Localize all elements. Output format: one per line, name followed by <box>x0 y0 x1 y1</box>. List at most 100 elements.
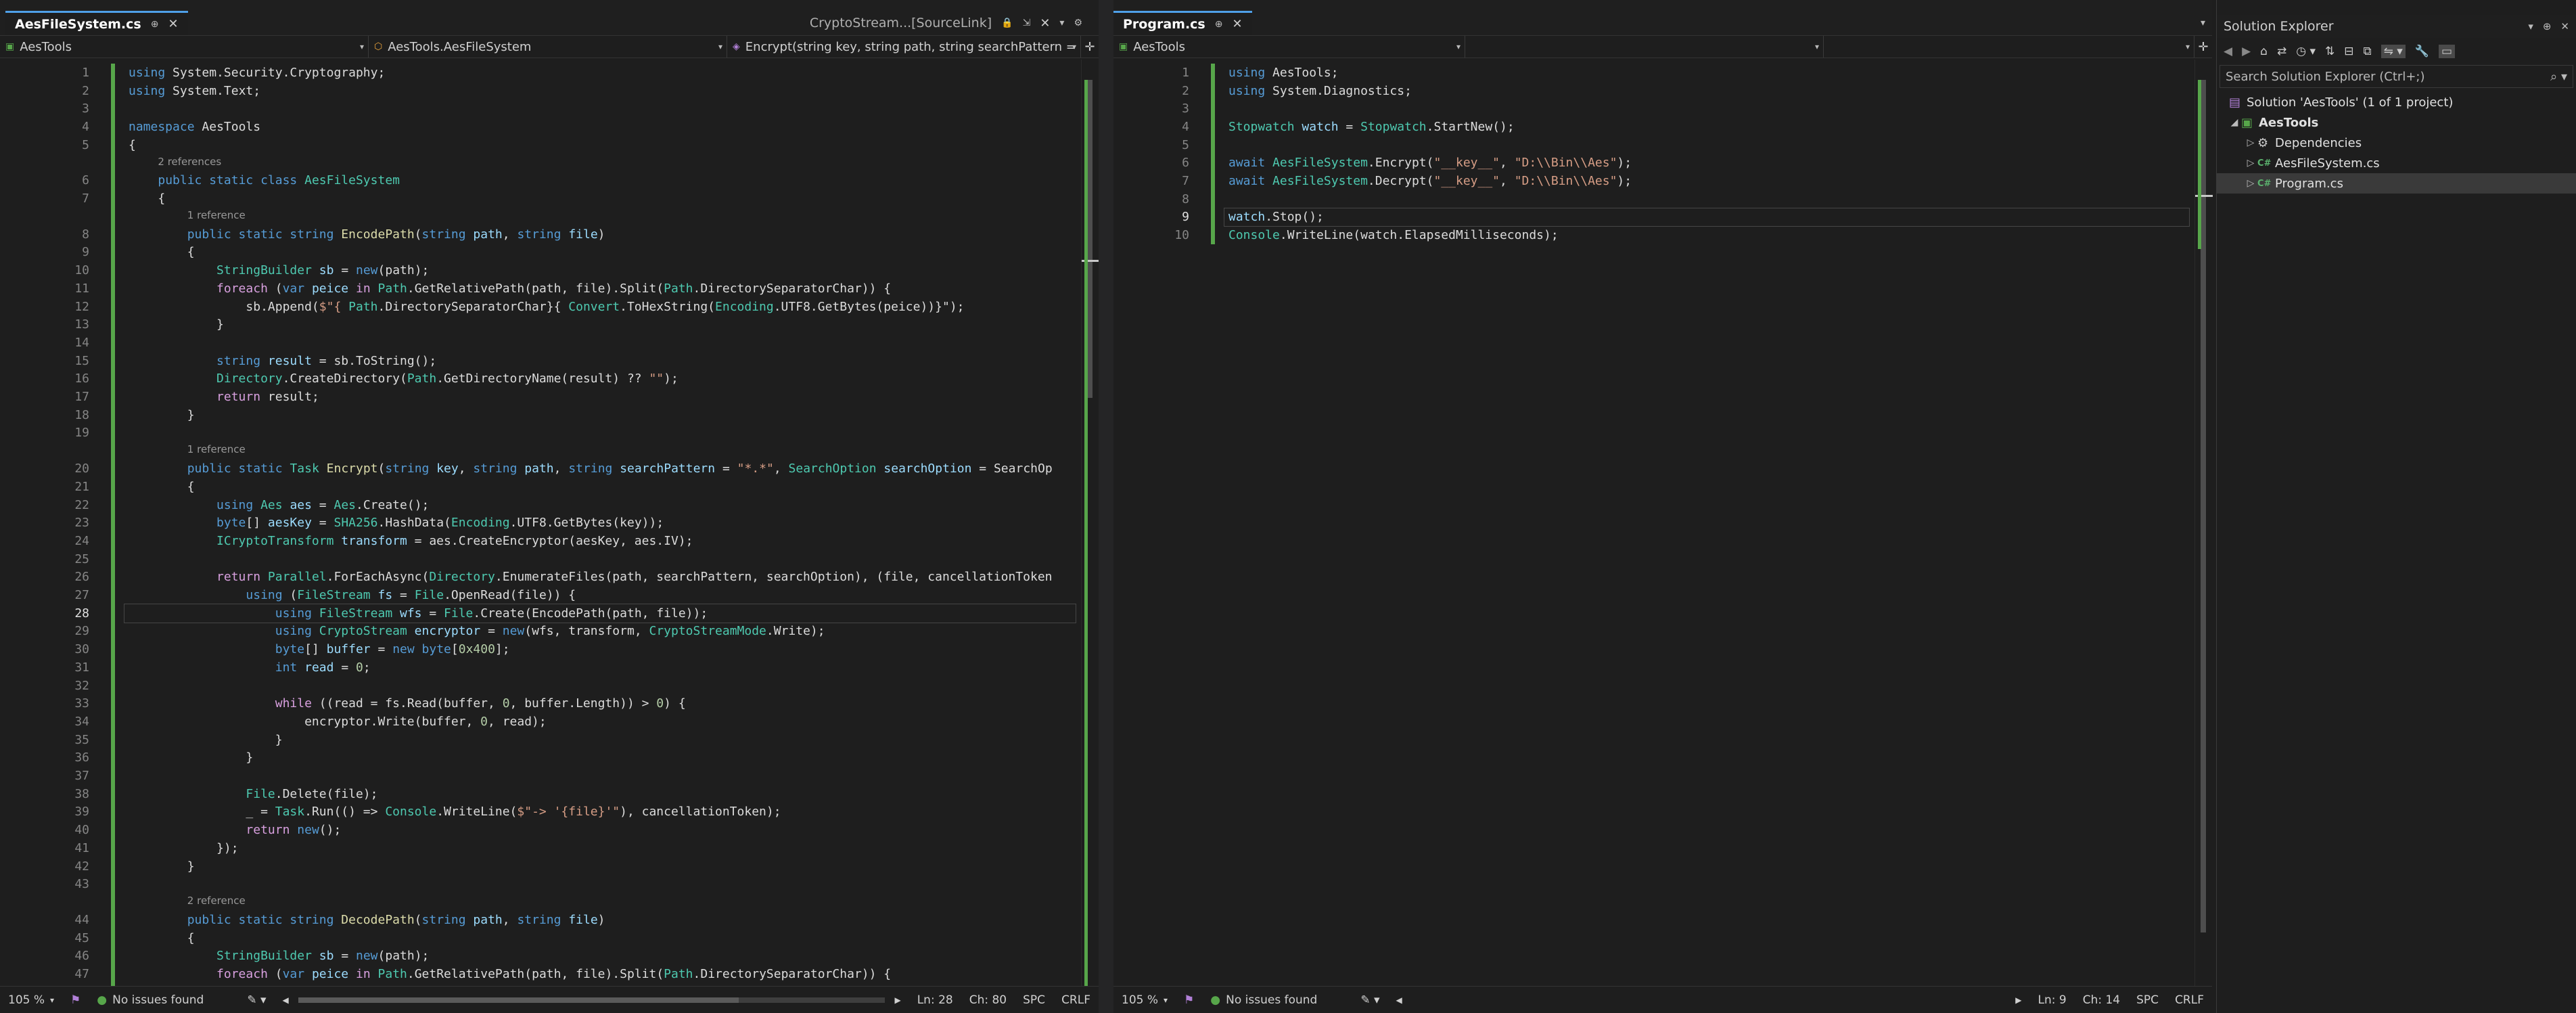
left-vertical-scrollbar[interactable] <box>1081 60 1099 1007</box>
line-indicator[interactable]: Ln: 28 <box>909 993 961 1007</box>
pin-icon[interactable]: ⊕ <box>1215 19 1223 30</box>
column-indicator[interactable]: Ch: 14 <box>2075 993 2128 1007</box>
code-line[interactable]: 44 public static string DecodePath(strin… <box>0 911 1081 929</box>
code-line[interactable]: 31 int read = 0; <box>0 658 1081 677</box>
show-all-files-icon[interactable]: ⧉ <box>2363 45 2371 58</box>
code-line[interactable]: 12 sb.Append($"{ Path.DirectorySeparator… <box>0 298 1081 316</box>
properties-icon[interactable]: 🔧 <box>2415 45 2429 58</box>
codelens-reference-count[interactable]: 1 reference <box>187 443 246 455</box>
solution-explorer-search[interactable]: Search Solution Explorer (Ctrl+;) ⌕ ▾ <box>2220 65 2573 88</box>
code-line[interactable]: 9 { <box>0 244 1081 262</box>
code-line[interactable]: 38 File.Delete(file); <box>0 785 1081 803</box>
code-line[interactable]: 16 Directory.CreateDirectory(Path.GetDir… <box>0 370 1081 388</box>
split-icon[interactable]: ✛ <box>1081 36 1099 58</box>
code-line[interactable]: 35 } <box>0 731 1081 749</box>
code-line[interactable]: 8 <box>1113 190 2194 208</box>
code-line[interactable]: 3 <box>1113 99 2194 118</box>
back-icon[interactable]: ◀ <box>2224 45 2232 58</box>
scroll-thumb[interactable] <box>2201 80 2206 932</box>
pending-changes-icon[interactable]: ⇅ <box>2325 45 2334 58</box>
code-line[interactable]: 23 byte[] aesKey = SHA256.HashData(Encod… <box>0 514 1081 532</box>
codelens-reference-count[interactable]: 2 references <box>158 156 221 168</box>
code-line[interactable]: 42 } <box>0 857 1081 876</box>
scroll-thumb[interactable] <box>1087 80 1092 398</box>
brush-icon[interactable]: ✎ ▾ <box>1352 993 1387 1007</box>
code-line[interactable]: 25 <box>0 550 1081 568</box>
preview-icon[interactable]: ▭ <box>2438 45 2456 58</box>
switch-views-icon[interactable]: ⇄ <box>2277 45 2286 58</box>
tree-item-solution[interactable]: ▤ Solution 'AesTools' (1 of 1 project) <box>2217 92 2576 112</box>
nav-class-dropdown[interactable]: ⬡ AesTools.AesFileSystem ▾ <box>369 36 727 58</box>
code-line[interactable]: 7 await AesFileSystem.Decrypt("__key__", … <box>1113 172 2194 190</box>
code-line[interactable]: 2 using System.Diagnostics; <box>1113 82 2194 100</box>
code-line[interactable]: 11 foreach (var peice in Path.GetRelativ… <box>0 279 1081 298</box>
home-icon[interactable]: ⌂ <box>2260 45 2268 58</box>
code-line[interactable]: 18 } <box>0 406 1081 424</box>
code-line[interactable]: 27 using (FileStream fs = File.OpenRead(… <box>0 586 1081 604</box>
pin-icon[interactable]: ⊕ <box>151 19 159 30</box>
code-line[interactable]: 20 public static Task Encrypt(string key… <box>0 459 1081 478</box>
copilot-icon[interactable]: ⚑ <box>62 993 89 1007</box>
tab-aesfilesystem[interactable]: AesFileSystem.cs ⊕ ✕ <box>5 11 188 35</box>
whitespace-indicator[interactable]: SPC <box>2128 993 2167 1007</box>
nav-project-dropdown[interactable]: ▣ AesTools ▾ <box>0 36 369 58</box>
whitespace-indicator[interactable]: SPC <box>1015 993 1053 1007</box>
code-line[interactable]: 33 while ((read = fs.Read(buffer, 0, buf… <box>0 694 1081 713</box>
left-code-editor[interactable]: 1 using System.Security.Cryptography; 2 usi… <box>0 60 1081 986</box>
codelens-reference-count[interactable]: 1 reference <box>187 209 246 221</box>
split-icon[interactable]: ✛ <box>2194 36 2212 58</box>
collapse-all-icon[interactable]: ⊟ <box>2344 45 2353 58</box>
copilot-icon[interactable]: ⚑ <box>1176 993 1202 1007</box>
tree-item-project[interactable]: ◢ ▣ AesTools <box>2217 112 2576 133</box>
code-line[interactable]: 47 foreach (var peice in Path.GetRelativ… <box>0 965 1081 983</box>
tree-item-program[interactable]: ▷ C# Program.cs <box>2217 173 2576 194</box>
code-line[interactable]: 10 Console.WriteLine(watch.ElapsedMillise… <box>1113 226 2194 244</box>
code-line[interactable]: 9 watch.Stop(); <box>1182 207 2190 227</box>
code-line[interactable]: 41 }); <box>0 839 1081 857</box>
code-line[interactable]: 5{ <box>0 136 1081 154</box>
line-indicator[interactable]: Ln: 9 <box>2030 993 2075 1007</box>
code-line[interactable]: 19 <box>0 424 1081 443</box>
code-line[interactable]: 24 ICryptoTransform transform = aes.Crea… <box>0 532 1081 550</box>
code-line[interactable]: 32 <box>0 677 1081 695</box>
code-line[interactable]: 21 { <box>0 478 1081 496</box>
close-icon[interactable]: ✕ <box>2560 20 2569 32</box>
collapsed-icon[interactable]: ▷ <box>2244 158 2257 168</box>
chevron-down-icon[interactable]: ▾ <box>2194 11 2212 35</box>
code-line[interactable]: 1 using AesTools; <box>1113 64 2194 82</box>
close-icon[interactable]: ✕ <box>168 17 178 31</box>
column-indicator[interactable]: Ch: 80 <box>961 993 1015 1007</box>
code-line[interactable]: 5 <box>1113 136 2194 154</box>
code-line[interactable]: 3 <box>0 99 1081 118</box>
code-line[interactable]: 1 using System.Security.Cryptography; <box>0 64 1081 82</box>
code-line[interactable]: 6 await AesFileSystem.Encrypt("__key__", … <box>1113 154 2194 173</box>
breakpoint-margin[interactable] <box>1141 64 1154 244</box>
nav-member-dropdown[interactable]: ◈ Encrypt(string key, string path, strin… <box>727 36 1081 58</box>
chevron-down-icon[interactable]: ▾ <box>2528 20 2533 32</box>
nav-project-dropdown[interactable]: ▣ AesTools ▾ <box>1113 36 1465 58</box>
code-line[interactable]: 28 using FileStream wfs = File.Create(En… <box>74 603 1076 623</box>
code-line[interactable]: 46 StringBuilder sb = new(path); <box>0 947 1081 966</box>
code-line[interactable]: 6 public static class AesFileSystem <box>0 172 1081 190</box>
pin-icon[interactable]: ⊕ <box>2543 20 2552 32</box>
history-icon[interactable]: ◷ ▾ <box>2296 45 2316 58</box>
zoom-dropdown[interactable]: 105 % ▾ <box>1113 993 1176 1007</box>
search-icon[interactable]: ⌕ ▾ <box>2550 70 2567 84</box>
right-vertical-scrollbar[interactable] <box>2194 60 2213 986</box>
code-line[interactable]: 7 { <box>0 189 1081 208</box>
codelens-reference-count[interactable]: 2 reference <box>187 895 246 907</box>
code-line[interactable]: 40 return new(); <box>0 821 1081 839</box>
editor-splitter[interactable] <box>1099 0 1113 1013</box>
right-code-editor[interactable]: 1 using AesTools; 2 using System.Diagnostic… <box>1113 60 2194 986</box>
zoom-dropdown[interactable]: 105 % ▾ <box>0 993 62 1007</box>
code-line[interactable]: 34 encryptor.Write(buffer, 0, read); <box>0 713 1081 731</box>
horizontal-scrollbar[interactable]: ◀ ▶ <box>1388 995 2030 1005</box>
code-line[interactable]: 39 _ = Task.Run(() => Console.WriteLine(… <box>0 803 1081 821</box>
nav-class-dropdown[interactable]: ▾ <box>1465 36 1824 58</box>
tab-cryptostream[interactable]: CryptoStream...[SourceLink] 🔒 ⇲ ✕ ▾ ⚙ <box>800 11 1092 35</box>
gear-icon[interactable]: ⚙ <box>1074 18 1082 28</box>
code-line[interactable]: 45 { <box>0 929 1081 947</box>
breakpoint-margin[interactable] <box>27 64 41 986</box>
expanded-icon[interactable]: ◢ <box>2228 117 2241 128</box>
nav-member-dropdown[interactable]: ▾ <box>1824 36 2194 58</box>
